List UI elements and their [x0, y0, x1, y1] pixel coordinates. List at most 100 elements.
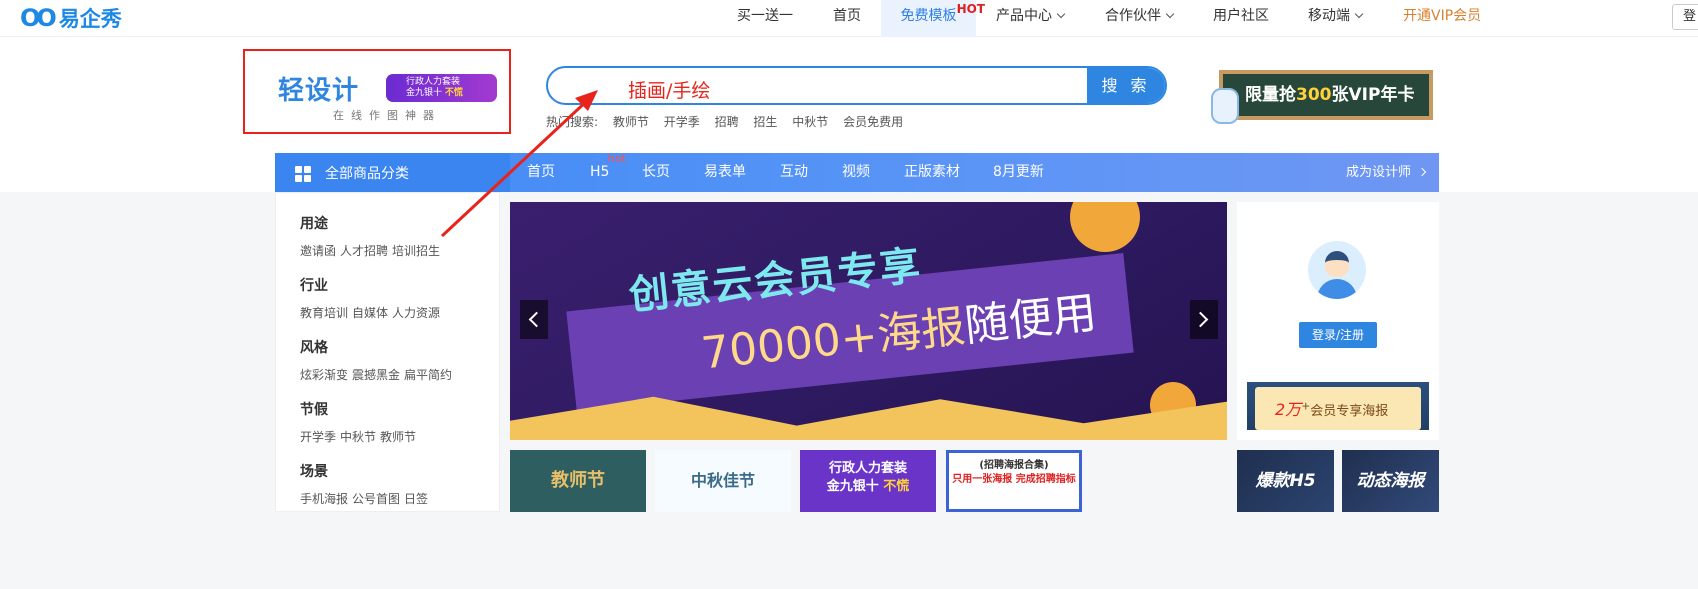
- vip-card-prefix: 限量抢: [1245, 85, 1296, 105]
- all-categories[interactable]: 全部商品分类: [275, 153, 510, 192]
- nav-community[interactable]: 用户社区: [1213, 0, 1269, 37]
- promo-badge[interactable]: 行政人力套装 金九银十 不慌: [386, 74, 497, 102]
- catnav-h5[interactable]: H5 hot: [590, 152, 626, 192]
- side-group-title: 节假: [300, 402, 328, 418]
- nav-mobile[interactable]: 移动端: [1308, 0, 1364, 37]
- vip-promo-card[interactable]: 限量抢300张VIP年卡: [1219, 70, 1433, 120]
- top-header: OO 易企秀 买一送一 首页 免费模板 HOT 产品中心 合作伙伴 用户社区 移动…: [0, 0, 1698, 37]
- hot-search-term[interactable]: 招生: [753, 115, 777, 129]
- qingsheji-logo[interactable]: 轻设计: [278, 70, 359, 107]
- nav-mobile-label: 移动端: [1308, 8, 1350, 24]
- mascot-icon: [1211, 88, 1239, 124]
- hot-search-term[interactable]: 开学季: [664, 115, 700, 129]
- category-side-panel: 用途 邀请函 人才招聘 培训招生 行业 教育培训 自媒体 人力资源 风格 炫彩渐变 震撼黑…: [275, 192, 500, 512]
- side-link[interactable]: 人才招聘: [340, 244, 388, 258]
- hot-search-label: 热门搜索:: [546, 115, 599, 129]
- promo-badge-line1: 行政人力套装: [406, 77, 461, 87]
- promo-badge-line2: 金九银十 不慌: [406, 88, 497, 99]
- side-group-industry: 行业 教育培训 自媒体 人力资源: [300, 275, 444, 321]
- nav-buy-one-get-one[interactable]: 买一送一: [737, 0, 793, 37]
- decor-ball: [1070, 202, 1140, 252]
- grid-icon: [295, 166, 311, 182]
- nav-free-templates-label: 免费模板: [900, 8, 957, 24]
- nav-open-vip[interactable]: 开通VIP会员: [1403, 0, 1481, 37]
- login-register-button[interactable]: 登录/注册: [1299, 322, 1377, 348]
- catnav-form[interactable]: 易表单: [704, 153, 746, 192]
- carousel-prev-button[interactable]: [520, 300, 548, 339]
- chevron-right-icon: [1417, 167, 1427, 177]
- hot-search-term[interactable]: 中秋节: [792, 115, 828, 129]
- all-categories-label: 全部商品分类: [325, 166, 409, 182]
- avatar-body: [1317, 279, 1357, 299]
- side-link[interactable]: 邀请函: [300, 244, 336, 258]
- side-group-title: 用途: [300, 216, 328, 232]
- side-link[interactable]: 自媒体: [352, 306, 388, 320]
- tile-hot-h5[interactable]: 爆款H5: [1237, 450, 1334, 512]
- hot-badge: HOT: [956, 2, 985, 16]
- hot-search-term[interactable]: 教师节: [613, 115, 649, 129]
- thumbnail-recruiting[interactable]: (招聘海报合集) 只用一张海报 完成招聘指标: [946, 450, 1082, 512]
- thumbnail-line: 金九银十 不慌: [800, 478, 936, 496]
- side-link[interactable]: 手机海报: [300, 492, 348, 506]
- side-group-title: 风格: [300, 340, 328, 356]
- tile-animated-poster[interactable]: 动态海报: [1342, 450, 1439, 512]
- side-group-holiday: 节假 开学季 中秋节 教师节: [300, 399, 420, 445]
- thumbnail-teachers-day[interactable]: 教师节: [510, 450, 646, 512]
- side-link[interactable]: 扁平简约: [404, 368, 452, 382]
- nav-free-templates[interactable]: 免费模板 HOT: [881, 0, 985, 37]
- qingsheji-tagline: 在线作图神器: [333, 109, 441, 122]
- hot-search-term[interactable]: 招聘: [715, 115, 739, 129]
- side-link[interactable]: 震撼黑金: [352, 368, 400, 382]
- catnav-home[interactable]: 首页: [527, 153, 555, 192]
- avatar-head: [1325, 251, 1349, 277]
- nav-partners-label: 合作伙伴: [1105, 8, 1161, 24]
- catnav-licensed-assets[interactable]: 正版素材: [904, 153, 960, 192]
- member-plus: +: [1301, 399, 1311, 413]
- hero-banner[interactable]: 创意云会员专享 70000+海报随便用: [510, 202, 1227, 440]
- side-group-title: 行业: [300, 278, 328, 294]
- side-link[interactable]: 教育培训: [300, 306, 348, 320]
- logo-mark-icon: OO: [20, 4, 57, 32]
- thumbnail-line: 行政人力套装: [828, 461, 907, 476]
- chevron-right-icon: [1192, 311, 1209, 328]
- category-bar: 全部商品分类 首页 H5 hot 长页 易表单 互动 视频 正版素材 8月更新 成…: [275, 152, 1439, 192]
- catnav-long-page[interactable]: 长页: [642, 153, 670, 192]
- search-button[interactable]: 搜 索: [1087, 68, 1165, 103]
- catnav-video[interactable]: 视频: [842, 153, 870, 192]
- carousel-next-button[interactable]: [1190, 300, 1218, 339]
- logo-name: 易企秀: [58, 7, 122, 31]
- thumbnail-line: (招聘海报合集): [979, 460, 1049, 471]
- member-count: 2万: [1275, 400, 1302, 419]
- hot-tag: hot: [608, 152, 627, 165]
- catnav-august-updates[interactable]: 8月更新: [993, 153, 1044, 192]
- user-panel: 登录/注册 2万+会员专享海报: [1237, 202, 1439, 440]
- thumbnail-mid-autumn[interactable]: 中秋佳节: [655, 450, 791, 512]
- side-link[interactable]: 教师节: [380, 430, 416, 444]
- thumbnail-hr-kit[interactable]: 行政人力套装 金九银十 不慌: [800, 450, 936, 512]
- member-poster-card[interactable]: 2万+会员专享海报: [1247, 382, 1429, 430]
- side-group-style: 风格 炫彩渐变 震撼黑金 扁平简约: [300, 337, 456, 383]
- side-group-title: 场景: [300, 464, 328, 480]
- side-link[interactable]: 人力资源: [392, 306, 440, 320]
- catnav-interactive[interactable]: 互动: [780, 153, 808, 192]
- avatar: [1308, 241, 1366, 299]
- side-link[interactable]: 培训招生: [392, 244, 440, 258]
- become-designer-link[interactable]: 成为设计师: [1346, 153, 1427, 192]
- side-link[interactable]: 炫彩渐变: [300, 368, 348, 382]
- chevron-down-icon: [1056, 9, 1066, 19]
- side-link[interactable]: 中秋节: [340, 430, 376, 444]
- login-top-button[interactable]: 登: [1672, 4, 1698, 30]
- promo-badge-line2-text: 金九银十: [406, 88, 443, 98]
- nav-home[interactable]: 首页: [833, 0, 861, 37]
- catnav-h5-label: H5: [590, 164, 610, 180]
- nav-products[interactable]: 产品中心: [996, 0, 1066, 37]
- member-poster-card-inner: 2万+会员专享海报: [1255, 387, 1421, 430]
- side-link[interactable]: 开学季: [300, 430, 336, 444]
- annotation-text: 插画/手绘: [628, 80, 711, 102]
- site-logo[interactable]: OO 易企秀: [20, 4, 122, 32]
- side-link[interactable]: 公号首图: [352, 492, 400, 506]
- nav-partners[interactable]: 合作伙伴: [1105, 0, 1175, 37]
- chevron-down-icon: [1354, 9, 1364, 19]
- side-link[interactable]: 日签: [404, 492, 428, 506]
- hot-search-term[interactable]: 会员免费用: [843, 115, 903, 129]
